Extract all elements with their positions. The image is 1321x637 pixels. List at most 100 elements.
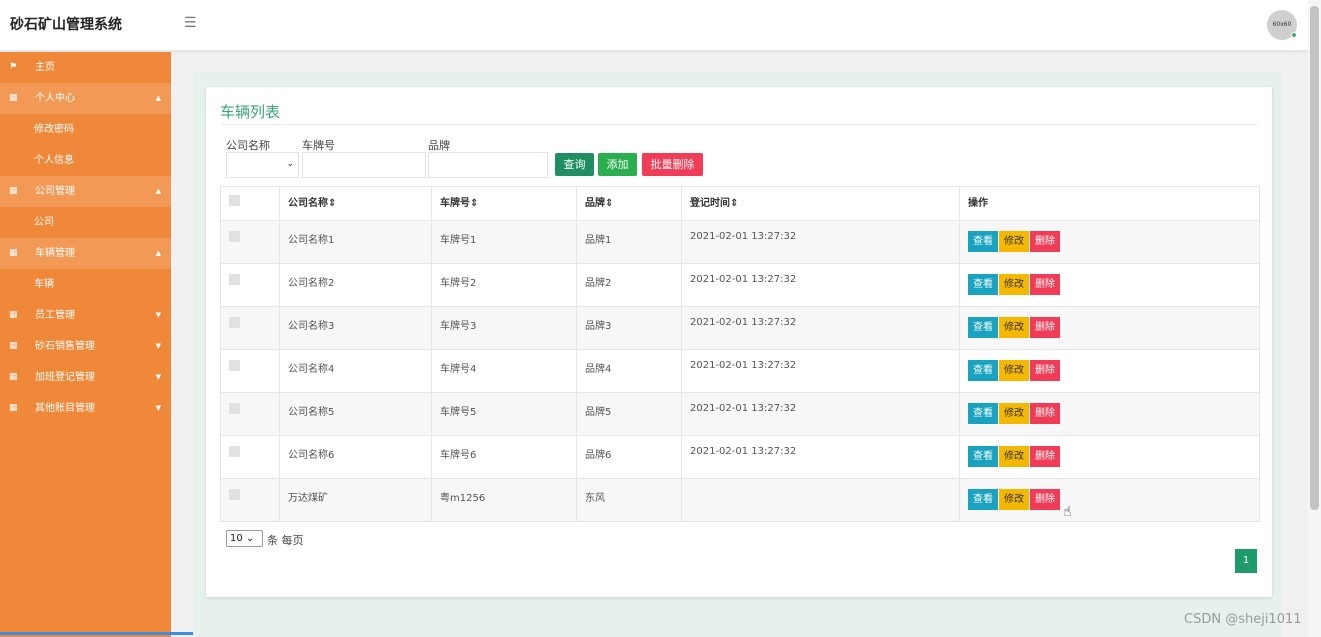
sidebar-item-label: 员工管理 xyxy=(35,310,75,321)
add-button[interactable]: 添加 xyxy=(598,153,637,176)
delete-button[interactable]: 删除 xyxy=(1030,274,1060,295)
edit-button[interactable]: 修改 xyxy=(999,446,1029,467)
cell-brand: 品牌3 xyxy=(576,306,682,350)
page-title: 车辆列表 xyxy=(220,103,281,121)
column-header-company[interactable]: 公司名称⇕ xyxy=(279,186,432,221)
company-select[interactable]: ⌄ xyxy=(226,152,299,178)
cell-company: 公司名称1 xyxy=(279,220,432,264)
view-button[interactable]: 查看 xyxy=(968,360,998,381)
cell-company: 公司名称6 xyxy=(279,435,432,479)
row-checkbox[interactable] xyxy=(229,360,240,371)
grid-icon: ▦ xyxy=(9,248,18,258)
table-row: 公司名称2 车牌号2 品牌2 2021-02-01 13:27:32 查看 修改删… xyxy=(220,263,1260,307)
cell-brand: 品牌6 xyxy=(576,435,682,479)
sidebar-item-label: 砂石销售管理 xyxy=(35,341,95,352)
sidebar-subitem-personal-info[interactable]: 个人信息 xyxy=(0,145,171,176)
sidebar-item-company-management[interactable]: ▦ 公司管理 ▲ xyxy=(0,176,171,207)
chevron-up-icon: ▲ xyxy=(155,187,161,195)
scrollbar-thumb[interactable] xyxy=(1310,6,1319,510)
column-header-time[interactable]: 登记时间⇕ xyxy=(681,186,960,221)
delete-button[interactable]: 删除 xyxy=(1030,446,1060,467)
table-row: 公司名称6 车牌号6 品牌6 2021-02-01 13:27:32 查看 修改删… xyxy=(220,435,1260,479)
view-button[interactable]: 查看 xyxy=(968,403,998,424)
edit-button[interactable]: 修改 xyxy=(999,231,1029,252)
cell-actions: 查看 修改 删除 xyxy=(959,349,1260,393)
sidebar-subitem-vehicle[interactable]: 车辆 xyxy=(0,269,171,300)
edit-button[interactable]: 修改 xyxy=(999,489,1029,510)
cell-brand: 品牌5 xyxy=(576,392,682,436)
row-checkbox[interactable] xyxy=(229,231,240,242)
cell-time: 2021-02-01 13:27:32 xyxy=(681,263,960,307)
sort-icon: ⇕ xyxy=(605,198,614,209)
cell-actions: 查看 修改 删除 xyxy=(959,392,1260,436)
cell-brand: 品牌1 xyxy=(576,220,682,264)
delete-button[interactable]: 删除 xyxy=(1030,360,1060,381)
cell-brand: 品牌4 xyxy=(576,349,682,393)
cell-plate: 车牌号4 xyxy=(431,349,577,393)
app-title: 砂石矿山管理系统 xyxy=(10,17,122,33)
view-button[interactable]: 查看 xyxy=(968,317,998,338)
vehicle-table: 公司名称⇕ 车牌号⇕ 品牌⇕ 登记时间⇕ 操作 公司名称1 车牌号1 品牌1 2… xyxy=(220,186,1260,522)
edit-button[interactable]: 修改 xyxy=(999,317,1029,338)
view-button[interactable]: 查看 xyxy=(968,489,998,510)
delete-button[interactable]: 删除 xyxy=(1030,403,1060,424)
chevron-up-icon: ▲ xyxy=(155,249,161,257)
row-checkbox[interactable] xyxy=(229,403,240,414)
chevron-down-icon: ▼ xyxy=(155,373,161,381)
menu-toggle-icon[interactable]: ☰ xyxy=(184,16,198,30)
column-header-brand[interactable]: 品牌⇕ xyxy=(576,186,682,221)
delete-button[interactable]: 删除 xyxy=(1030,231,1060,252)
view-button[interactable]: 查看 xyxy=(968,274,998,295)
edit-button[interactable]: 修改 xyxy=(999,360,1029,381)
sidebar-subitem-company[interactable]: 公司 xyxy=(0,207,171,238)
search-button[interactable]: 查询 xyxy=(555,153,594,176)
cell-actions: 查看 修改 删除 xyxy=(959,306,1260,350)
cell-brand: 品牌2 xyxy=(576,263,682,307)
view-button[interactable]: 查看 xyxy=(968,446,998,467)
page-size-select[interactable]: 10 ⌄ xyxy=(226,530,263,547)
table-row: 公司名称1 车牌号1 品牌1 2021-02-01 13:27:32 查看 修改删… xyxy=(220,220,1260,264)
watermark: CSDN @sheji1011 xyxy=(1184,612,1302,627)
sidebar-item-label: 主页 xyxy=(35,62,55,73)
row-checkbox[interactable] xyxy=(229,446,240,457)
delete-button[interactable]: 删除 xyxy=(1030,489,1060,510)
pagination-page-button[interactable]: 1 xyxy=(1235,549,1257,573)
sidebar-item-label: 公司管理 xyxy=(35,186,75,197)
edit-button[interactable]: 修改 xyxy=(999,274,1029,295)
online-status-dot xyxy=(1291,32,1297,38)
company-filter-label: 公司名称 xyxy=(226,139,270,152)
batch-delete-button[interactable]: 批量删除 xyxy=(642,153,703,176)
row-checkbox[interactable] xyxy=(229,274,240,285)
sidebar-item-personal-center[interactable]: ▦ 个人中心 ▲ xyxy=(0,83,171,114)
cell-plate: 车牌号6 xyxy=(431,435,577,479)
sidebar-item-home[interactable]: ⚑ 主页 xyxy=(0,52,171,83)
sidebar-item-sales-management[interactable]: ▦ 砂石销售管理 ▼ xyxy=(0,331,171,362)
view-button[interactable]: 查看 xyxy=(968,231,998,252)
cell-time: 2021-02-01 13:27:32 xyxy=(681,220,960,264)
cell-plate: 车牌号1 xyxy=(431,220,577,264)
sidebar-item-vehicle-management[interactable]: ▦ 车辆管理 ▲ xyxy=(0,238,171,269)
row-checkbox[interactable] xyxy=(229,489,240,500)
brand-input[interactable] xyxy=(428,152,548,178)
sidebar-item-overtime-management[interactable]: ▦ 加班登记管理 ▼ xyxy=(0,362,171,393)
sidebar-item-other-accounts[interactable]: ▦ 其他账目管理 ▼ xyxy=(0,393,171,424)
select-all-cell[interactable] xyxy=(220,186,280,221)
select-all-checkbox[interactable] xyxy=(229,195,240,206)
plate-input[interactable] xyxy=(302,152,426,178)
chevron-up-icon: ▲ xyxy=(155,94,161,102)
column-header-plate[interactable]: 车牌号⇕ xyxy=(431,186,577,221)
brand-filter-label: 品牌 xyxy=(428,139,450,152)
column-header-actions: 操作 xyxy=(959,186,1260,221)
cell-company: 公司名称4 xyxy=(279,349,432,393)
sidebar-item-employee-management[interactable]: ▦ 员工管理 ▼ xyxy=(0,300,171,331)
table-row: 公司名称4 车牌号4 品牌4 2021-02-01 13:27:32 查看 修改删… xyxy=(220,349,1260,393)
cell-time xyxy=(681,478,960,522)
cell-plate: 车牌号2 xyxy=(431,263,577,307)
grid-icon: ▦ xyxy=(9,372,18,382)
sidebar-subitem-change-password[interactable]: 修改密码 xyxy=(0,114,171,145)
table-row: 公司名称5 车牌号5 品牌5 2021-02-01 13:27:32 查看 修改删… xyxy=(220,392,1260,436)
edit-button[interactable]: 修改 xyxy=(999,403,1029,424)
delete-button[interactable]: 删除 xyxy=(1030,317,1060,338)
row-checkbox[interactable] xyxy=(229,317,240,328)
cell-plate: 粤m1256 xyxy=(431,478,577,522)
